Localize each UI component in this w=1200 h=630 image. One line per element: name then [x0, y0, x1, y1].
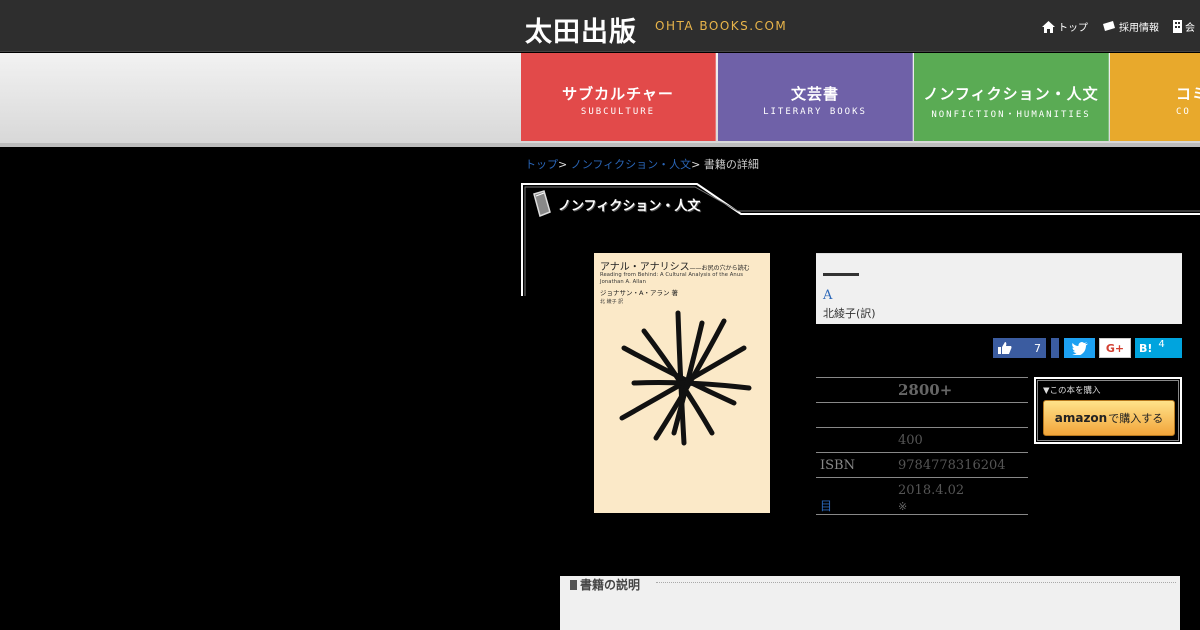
price-value: 2800+: [898, 381, 953, 399]
isbn-value: 9784778316204: [898, 458, 1006, 473]
book-cover[interactable]: アナル・アナリシス——お尻の穴から読む Reading from Behind:…: [594, 253, 770, 513]
release-date-note: ※: [898, 500, 908, 513]
description-heading: 書籍の説明: [570, 576, 640, 593]
tab-nonfiction-label: ノンフィクション・人文: [923, 85, 1099, 103]
breadcrumb-separator: >: [691, 158, 701, 171]
building-icon: [1173, 20, 1182, 33]
amazon-button-text: で購入する: [1108, 412, 1164, 425]
detail-row-isbn: ISBN 9784778316204: [816, 452, 1028, 477]
tab-literary-books[interactable]: 文芸書 LITERARY BOOKS: [718, 53, 913, 141]
tab-nonfiction-en: NONFICTION・HUMANITIES: [931, 110, 1091, 120]
purchase-box: ▼この本を購入 amazon で購入する: [1034, 377, 1182, 444]
amazon-logo-text: amazon: [1054, 411, 1108, 425]
tab-comics[interactable]: コミ CO: [1110, 53, 1200, 141]
header-link-company-label: 会: [1185, 23, 1195, 34]
twitter-bird-icon: [1071, 341, 1088, 355]
breadcrumb-home[interactable]: トップ: [525, 158, 558, 171]
detail-row-blank: [816, 402, 1028, 427]
ticket-icon: [1103, 21, 1115, 31]
purchase-label: ▼この本を購入: [1043, 386, 1101, 396]
header-links: トップ 採用情報 会: [1042, 19, 1195, 34]
amazon-buy-button[interactable]: amazon で購入する: [1043, 400, 1175, 436]
tab-nonfiction[interactable]: ノンフィクション・人文 NONFICTION・HUMANITIES: [914, 53, 1109, 141]
google-plus-button[interactable]: G+: [1099, 338, 1131, 358]
header-link-top-label: トップ: [1058, 23, 1088, 34]
site-logo-subtitle[interactable]: OHTA BOOKS.COM: [655, 19, 787, 33]
description-divider: [656, 582, 1176, 583]
book-details-table: 2800+ 400 ISBN 9784778316204 2018.4.02 目…: [816, 377, 1028, 515]
header-link-recruit[interactable]: 採用情報: [1102, 19, 1159, 34]
tab-comics-label: コミ: [1176, 85, 1200, 103]
twitter-share-button[interactable]: [1064, 338, 1095, 358]
site-logo[interactable]: 太田出版: [525, 10, 637, 49]
facebook-like-extension: [1051, 338, 1059, 358]
book-icon: [533, 190, 551, 218]
nav-divider: [0, 143, 1200, 147]
isbn-label: ISBN: [820, 458, 855, 473]
detail-row-date: 2018.4.02 目 ※: [816, 477, 1028, 515]
section-title: ノンフィクション・人文: [558, 199, 701, 214]
breadcrumb-current: 書籍の詳細: [703, 158, 759, 171]
book-info-box: A 北綾子(訳): [816, 253, 1182, 324]
tab-literary-label: 文芸書: [790, 85, 839, 103]
like-count: 7: [1034, 341, 1041, 355]
tab-subculture-label: サブカルチャー: [562, 85, 674, 103]
home-icon: [1042, 20, 1055, 33]
asterisk-illustration: [619, 310, 752, 446]
breadcrumb-category[interactable]: ノンフィクション・人文: [571, 158, 691, 171]
breadcrumb-separator: >: [558, 158, 568, 171]
tab-comics-en: CO: [1176, 107, 1191, 117]
tab-literary-en: LITERARY BOOKS: [763, 107, 867, 117]
date-info-link[interactable]: 目: [820, 497, 832, 514]
breadcrumb: トップ> ノンフィクション・人文> 書籍の詳細: [525, 156, 759, 172]
pages-value: 400: [898, 433, 923, 448]
translator-text: 北綾子(訳): [823, 307, 876, 320]
title-placeholder-dash: [823, 273, 859, 276]
hatena-bookmark-button[interactable]: B! 4: [1135, 338, 1182, 358]
tab-subculture-en: SUBCULTURE: [580, 107, 656, 117]
facebook-like-button[interactable]: 7: [993, 338, 1046, 358]
detail-row-pages: 400: [816, 427, 1028, 452]
header-link-top[interactable]: トップ: [1042, 19, 1088, 34]
hatena-label: B!: [1139, 341, 1153, 355]
detail-row-price: 2800+: [816, 377, 1028, 402]
book-description-box: 書籍の説明: [560, 576, 1180, 630]
hatena-count: 4: [1158, 338, 1165, 350]
description-title: 書籍の説明: [580, 578, 641, 592]
release-date: 2018.4.02: [898, 483, 965, 498]
header-link-recruit-label: 採用情報: [1119, 23, 1159, 34]
header-link-company[interactable]: 会: [1173, 19, 1195, 34]
author-link[interactable]: A: [823, 288, 832, 303]
tab-subculture[interactable]: サブカルチャー SUBCULTURE: [521, 53, 716, 141]
thumbs-up-icon: [998, 342, 1012, 354]
site-header: 太田出版 OHTA BOOKS.COM トップ 採用情報 会: [0, 0, 1200, 52]
document-icon: [570, 580, 577, 590]
